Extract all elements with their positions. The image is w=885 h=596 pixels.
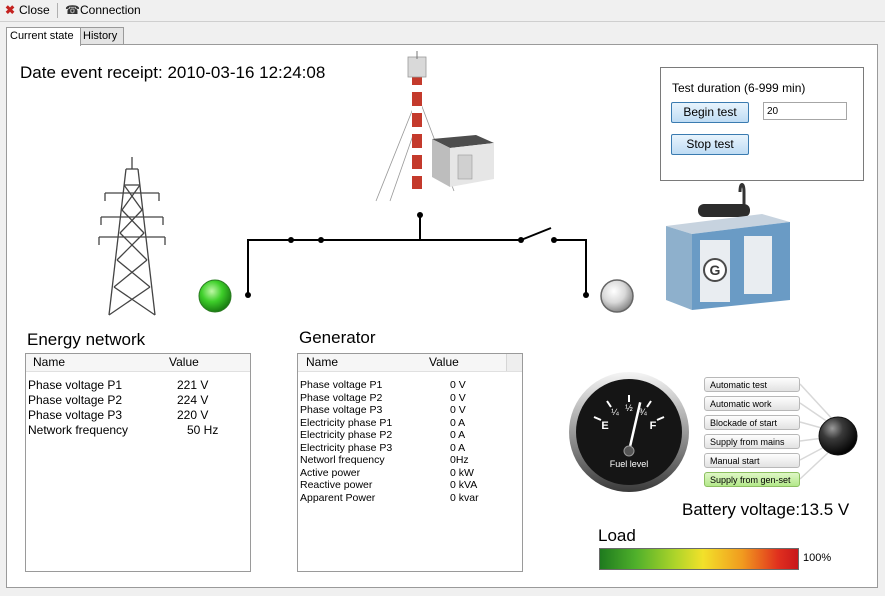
column-header-value: Value [169, 355, 199, 369]
mode-automatic-work[interactable]: Automatic work [704, 396, 800, 411]
phone-icon: ☎ [65, 3, 80, 17]
mode-manual-start[interactable]: Manual start [704, 453, 800, 468]
battery-voltage-label: Battery voltage: [682, 500, 801, 519]
gauge-mark: F [650, 420, 657, 432]
list-item-name: Phase voltage P1 [28, 378, 123, 392]
list-item-name: Apparent Power [300, 491, 376, 504]
list-item-value: 0 A [450, 416, 466, 429]
list-item-name: Phase voltage P3 [28, 408, 123, 422]
gauge-mark: ¼ [611, 407, 619, 417]
test-control-box: Test duration (6-999 min) Begin test Sto… [660, 67, 864, 181]
mode-selector-knob[interactable] [817, 415, 859, 457]
close-icon: ✖ [4, 3, 16, 17]
list-item-value: 0 kW [450, 466, 474, 479]
scrollbar[interactable] [506, 354, 522, 371]
energy-network-list: Name Value Phase voltage P1 221 V Phase … [25, 353, 251, 572]
tab-current-state[interactable]: Current state [6, 27, 81, 46]
gauge-mark: ¾ [639, 407, 647, 417]
list-item-name: Electricity phase P1 [300, 416, 393, 429]
list-item-value: 0Hz [450, 454, 469, 466]
close-button[interactable]: ✖ Close [4, 2, 50, 19]
list-item-value: 0 A [450, 441, 466, 454]
connection-label: Connection [80, 3, 141, 17]
energy-network-title: Energy network [27, 330, 146, 349]
column-header-name: Name [306, 355, 339, 369]
gauge-mark: ½ [625, 403, 633, 413]
wiring-diagram [245, 212, 589, 298]
tab-history[interactable]: History [79, 27, 124, 45]
list-item-name: Phase voltage P2 [300, 391, 383, 404]
test-duration-label: Test duration (6-999 min) [672, 81, 806, 95]
load-percent: 100% [803, 552, 832, 564]
generator-logo: G [710, 262, 721, 278]
list-item-value: 50 Hz [187, 423, 219, 437]
list-item-value: 224 V [177, 393, 209, 407]
toolbar-separator [57, 3, 58, 18]
list-item-name: Reactive power [300, 479, 373, 491]
list-item-name: Phase voltage P3 [300, 404, 383, 416]
gauge-mark: E [601, 420, 608, 432]
list-item-name: Network frequency [28, 423, 129, 437]
battery-voltage: Battery voltage:13.5 V [682, 500, 849, 520]
close-label: Close [19, 3, 50, 17]
list-item-value: 0 V [450, 379, 466, 391]
list-item-value: 0 V [450, 391, 466, 404]
network-status-indicator [198, 279, 232, 313]
load-label: Load [598, 526, 636, 545]
list-item-name: Phase voltage P1 [300, 379, 383, 391]
date-event-label: Date event receipt: [20, 63, 163, 82]
list-item-value: 0 kVA [450, 479, 478, 491]
list-item-name: Networl frequency [300, 454, 385, 466]
mode-blockade-of-start[interactable]: Blockade of start [704, 415, 800, 430]
list-item-name: Electricity phase P2 [300, 429, 393, 441]
generator-list: Name Value Phase voltage P1 0 V Phase vo… [297, 353, 523, 572]
date-event-line: Date event receipt: 2010-03-16 12:24:08 [20, 63, 325, 83]
load-bar [599, 548, 799, 570]
fuel-gauge: E ¼ ½ ¾ F Fuel level [569, 372, 689, 492]
current-state-panel: Date event receipt: 2010-03-16 12:24:08 [6, 44, 878, 588]
generator-status-indicator [600, 279, 634, 313]
mode-supply-from-mains[interactable]: Supply from mains [704, 434, 800, 449]
list-item-value: 0 V [450, 404, 466, 416]
list-item-value: 0 kvar [450, 491, 479, 504]
list-item-value: 0 A [450, 429, 466, 441]
energy-network-list-header: Name Value [26, 354, 250, 372]
list-item-name: Phase voltage P2 [28, 393, 123, 407]
generator-title: Generator [299, 328, 376, 347]
mode-automatic-test[interactable]: Automatic test [704, 377, 800, 392]
telecom-tower-icon [375, 51, 494, 202]
connection-button[interactable]: ☎Connection [65, 2, 141, 19]
list-item-name: Electricity phase P3 [300, 441, 393, 454]
mode-supply-from-gen-set[interactable]: Supply from gen-set [704, 472, 800, 487]
power-pylon-icon [98, 157, 166, 316]
stop-test-button[interactable]: Stop test [671, 134, 749, 155]
battery-voltage-value: 13.5 V [800, 500, 850, 519]
column-header-value: Value [429, 355, 459, 369]
list-item-value: 220 V [177, 408, 209, 422]
begin-test-button[interactable]: Begin test [671, 102, 749, 123]
list-item-value: 221 V [177, 378, 209, 392]
fuel-gauge-label: Fuel level [610, 459, 649, 469]
generator-list-header: Name Value [298, 354, 522, 372]
column-header-name: Name [33, 355, 66, 369]
list-item-name: Active power [300, 466, 361, 479]
toolbar: ✖ Close ☎Connection [0, 0, 885, 22]
test-duration-input[interactable] [763, 102, 847, 120]
date-event-value: 2010-03-16 12:24:08 [167, 63, 326, 82]
generator-icon: G [666, 183, 790, 310]
